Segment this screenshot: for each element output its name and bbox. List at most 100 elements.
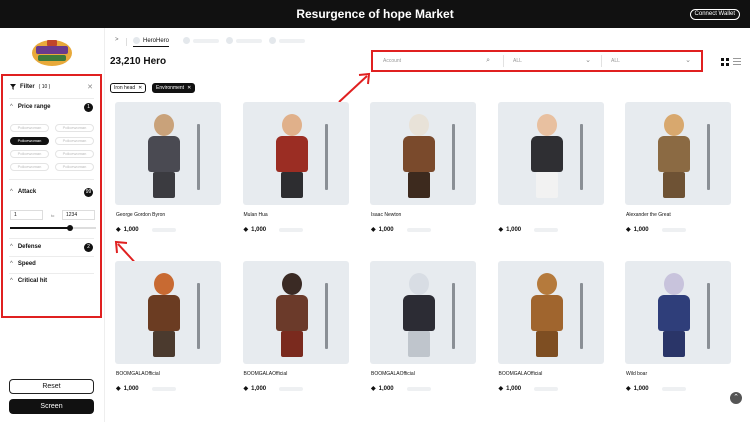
eth-icon: ◆ bbox=[371, 227, 376, 233]
eth-icon: ◆ bbox=[626, 386, 631, 392]
hero-figure-body bbox=[530, 295, 563, 331]
weapon-icon bbox=[324, 124, 328, 190]
chevron-up-icon: ^ bbox=[10, 278, 13, 284]
price-fiat-placeholder bbox=[406, 386, 431, 391]
tab-blurred[interactable] bbox=[183, 37, 219, 44]
screen-button[interactable]: Screen bbox=[9, 399, 94, 414]
account-search-input[interactable]: Account ⌕ bbox=[373, 55, 498, 67]
hero-card[interactable]: George Gordon Byron ◆ 1,000 bbox=[109, 96, 229, 241]
game-logo[interactable] bbox=[31, 38, 73, 68]
divider bbox=[104, 28, 105, 422]
weapon-icon bbox=[707, 283, 710, 349]
close-icon[interactable]: ✕ bbox=[187, 84, 191, 92]
scroll-top-button[interactable]: ⌃ bbox=[730, 392, 742, 404]
tab-blurred[interactable] bbox=[269, 37, 305, 44]
section-speed[interactable]: ^ Speed bbox=[10, 261, 36, 267]
eth-icon: ◆ bbox=[626, 227, 631, 233]
divider bbox=[9, 179, 94, 180]
hero-figure-body bbox=[275, 136, 308, 172]
connect-wallet-button[interactable]: Connect Wallet bbox=[689, 9, 740, 20]
hero-image[interactable] bbox=[242, 261, 349, 364]
select-all-2[interactable]: ALL ⌄ bbox=[601, 55, 699, 67]
close-icon[interactable]: ✕ bbox=[138, 84, 142, 92]
hero-figure bbox=[268, 114, 316, 200]
tab-blurred[interactable] bbox=[226, 37, 262, 44]
filter-title: Filter bbox=[20, 84, 35, 90]
section-critical-hit[interactable]: ^ Critical hit bbox=[10, 278, 47, 284]
hero-card[interactable]: BOOMGALAOfficial ◆ 1,000 bbox=[109, 255, 229, 400]
slider-fill bbox=[10, 227, 71, 229]
price-value: 1,000 bbox=[251, 385, 267, 392]
tag-chip[interactable]: Environment ✕ bbox=[152, 83, 196, 93]
hero-figure bbox=[650, 114, 698, 200]
hero-figure bbox=[140, 114, 188, 200]
hero-card[interactable]: ◆ 1,000 bbox=[492, 96, 612, 241]
chip-policewoman[interactable]: Policewoman bbox=[10, 150, 49, 158]
section-attack[interactable]: ^ Attack bbox=[10, 189, 36, 195]
hero-image[interactable] bbox=[497, 102, 604, 205]
search-icon[interactable]: ⌕ bbox=[486, 55, 490, 67]
hero-figure-legs bbox=[153, 331, 175, 357]
attack-min-input[interactable]: 1 bbox=[10, 210, 43, 220]
list-view-icon[interactable] bbox=[733, 58, 741, 66]
hero-image[interactable] bbox=[242, 102, 349, 205]
price-fiat-placeholder bbox=[151, 386, 176, 391]
hero-image[interactable] bbox=[625, 261, 731, 364]
divider bbox=[601, 55, 602, 67]
chip-policewoman[interactable]: Policewoman bbox=[55, 163, 94, 171]
price-fiat-placeholder bbox=[661, 227, 686, 232]
hero-image[interactable] bbox=[497, 261, 604, 364]
slider-handle[interactable] bbox=[67, 225, 74, 231]
hero-figure-legs bbox=[535, 331, 558, 357]
section-label: Price range bbox=[17, 104, 51, 110]
hero-card[interactable]: Wild boar ◆ 1,000 bbox=[619, 255, 739, 400]
chevron-down-icon: ⌄ bbox=[685, 57, 691, 64]
hero-image[interactable] bbox=[625, 102, 731, 205]
grid-view-icon[interactable] bbox=[721, 58, 729, 66]
hero-figure-head bbox=[409, 114, 429, 136]
chip-policewoman[interactable]: Policewoman bbox=[10, 163, 49, 171]
section-defense[interactable]: ^ Defense bbox=[10, 244, 41, 250]
chip-policewoman[interactable]: Policewoman bbox=[55, 124, 94, 132]
hero-image[interactable] bbox=[115, 102, 221, 205]
weapon-icon bbox=[452, 124, 455, 190]
hero-card[interactable]: BOOMGALAOfficial ◆ 1,000 bbox=[492, 255, 612, 400]
chevron-right-icon[interactable]: > bbox=[115, 37, 119, 43]
select-all-1[interactable]: ALL ⌄ bbox=[503, 55, 599, 67]
eth-icon: ◆ bbox=[243, 227, 249, 233]
attack-max-input[interactable]: 1234 bbox=[62, 210, 95, 220]
hero-name: BOOMGALAOfficial bbox=[498, 371, 543, 377]
tab-hero[interactable]: HeroHero bbox=[133, 37, 170, 47]
chip-policewoman-selected[interactable]: Policewoman bbox=[10, 137, 49, 145]
chip-policewoman[interactable]: Policewoman bbox=[55, 137, 94, 145]
hero-price: ◆ 1,000 bbox=[499, 226, 559, 233]
section-price-range[interactable]: ^ Price range bbox=[10, 104, 51, 110]
tag-chip[interactable]: Iron head ✕ bbox=[110, 83, 147, 93]
reset-button[interactable]: Reset bbox=[9, 379, 94, 394]
hero-card[interactable]: Isaac Newton ◆ 1,000 bbox=[364, 96, 484, 241]
attack-slider[interactable] bbox=[10, 225, 96, 231]
divider bbox=[126, 38, 127, 46]
hero-image[interactable] bbox=[115, 261, 221, 364]
chip-policewoman[interactable]: Policewoman bbox=[10, 124, 49, 132]
hero-image[interactable] bbox=[370, 261, 476, 364]
hero-card[interactable]: BOOMGALAOfficial ◆ 1,000 bbox=[364, 255, 484, 400]
hero-price: ◆ 1,000 bbox=[116, 226, 176, 233]
hero-figure-head bbox=[664, 273, 684, 295]
hero-figure-body bbox=[658, 136, 690, 172]
top-bar: Resurgence of hope Market Connect Wallet bbox=[0, 0, 750, 28]
chip-policewoman[interactable]: Policewoman bbox=[55, 150, 94, 158]
tab-avatar bbox=[183, 37, 190, 44]
hero-card[interactable]: Alexander the Great ◆ 1,000 bbox=[619, 96, 739, 241]
account-placeholder: Account bbox=[383, 58, 402, 64]
tab-avatar bbox=[269, 37, 276, 44]
hero-price: ◆ 1,000 bbox=[244, 385, 304, 392]
eth-icon: ◆ bbox=[243, 386, 249, 392]
hero-figure-legs bbox=[535, 172, 558, 198]
hero-price: ◆ 1,000 bbox=[116, 385, 176, 392]
hero-card[interactable]: BOOMGALAOfficial ◆ 1,000 bbox=[237, 255, 357, 400]
close-icon[interactable]: ✕ bbox=[87, 83, 93, 91]
hero-card[interactable]: Mulan Hua ◆ 1,000 bbox=[237, 96, 357, 241]
hero-image[interactable] bbox=[370, 102, 476, 205]
hero-figure-head bbox=[281, 114, 302, 136]
